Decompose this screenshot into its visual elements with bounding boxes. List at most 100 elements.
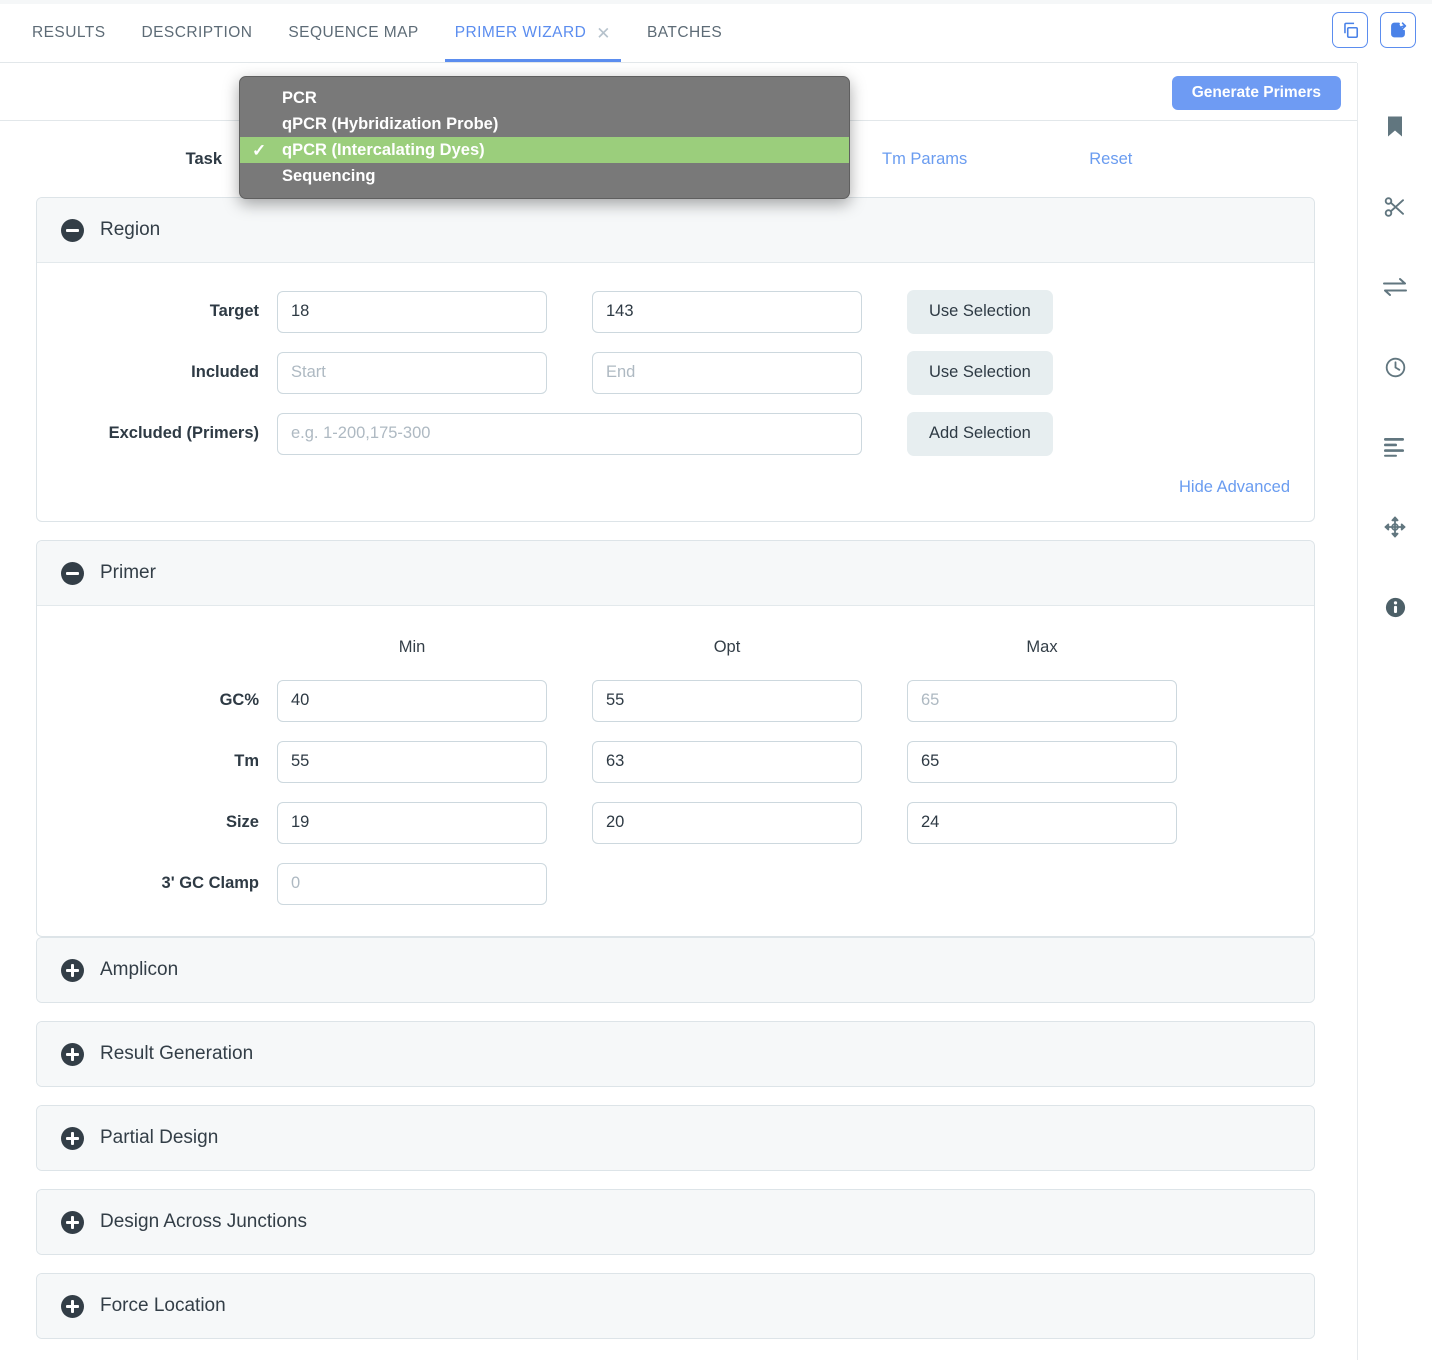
- region-included-end-input[interactable]: [592, 351, 862, 394]
- primer-panel-body: Min Opt Max GC% Tm: [37, 605, 1314, 936]
- scissors-icon: [1383, 195, 1407, 219]
- dropdown-option[interactable]: PCR: [240, 85, 849, 111]
- reset-link[interactable]: Reset: [1089, 150, 1132, 169]
- duplicate-button[interactable]: [1332, 12, 1368, 48]
- primer-gc-opt-input[interactable]: [592, 679, 862, 722]
- dropdown-option[interactable]: Sequencing: [240, 163, 849, 189]
- expand-plus-icon[interactable]: [61, 1210, 84, 1234]
- panel-title: Force Location: [100, 1295, 226, 1316]
- tab-bar: RESULTS DESCRIPTION SEQUENCE MAP PRIMER WIZ…: [0, 4, 1357, 63]
- primer-tm-min-input[interactable]: [277, 740, 547, 783]
- check-icon: ✓: [252, 140, 267, 160]
- dropdown-option[interactable]: qPCR (Hybridization Probe): [240, 111, 849, 137]
- panel-header-amplicon[interactable]: Amplicon: [37, 938, 1314, 1002]
- tab-primer-wizard[interactable]: PRIMER WIZARD ✕: [437, 4, 629, 62]
- primer-size-opt-input[interactable]: [592, 801, 862, 844]
- tab-description[interactable]: DESCRIPTION: [124, 4, 271, 62]
- region-panel-title: Region: [100, 219, 161, 240]
- primer-panel-header[interactable]: Primer: [37, 541, 1314, 605]
- move-crosshair-icon-button[interactable]: [1371, 487, 1419, 567]
- primer-tm-max-input[interactable]: [907, 740, 1177, 783]
- primer-gc-clamp-input[interactable]: [277, 862, 547, 905]
- region-target-use-selection-button[interactable]: Use Selection: [907, 289, 1053, 334]
- panel-title: Partial Design: [100, 1127, 219, 1148]
- primer-wizard-body: Task qPCR (Intercalating Dyes) Tm Params…: [0, 121, 1357, 1360]
- primer-tm-row: Tm: [37, 731, 1314, 792]
- region-target-label: Target: [209, 302, 259, 320]
- tab-label: DESCRIPTION: [141, 24, 253, 41]
- primer-size-label: Size: [225, 813, 259, 831]
- tab-sequence-map[interactable]: SEQUENCE MAP: [270, 4, 436, 62]
- export-button[interactable]: [1380, 12, 1416, 48]
- swap-arrows-icon-button[interactable]: [1371, 247, 1419, 327]
- panel-title: Design Across Junctions: [100, 1211, 307, 1232]
- move-crosshair-icon: [1383, 515, 1407, 539]
- bookmark-icon-button[interactable]: [1371, 87, 1419, 167]
- primer-gc-clamp-row: 3' GC Clamp: [37, 853, 1314, 914]
- expand-plus-icon[interactable]: [61, 958, 84, 982]
- region-panel-header[interactable]: Region: [37, 198, 1314, 262]
- tab-label: BATCHES: [646, 24, 723, 41]
- region-target-end-input[interactable]: [592, 290, 862, 333]
- primer-gc-label: GC%: [219, 691, 259, 709]
- clock-icon-button[interactable]: [1371, 327, 1419, 407]
- tab-batches[interactable]: BATCHES: [629, 4, 740, 62]
- primer-gc-min-input[interactable]: [277, 679, 547, 722]
- info-icon-button[interactable]: [1371, 567, 1419, 647]
- primer-gc-row: GC%: [37, 670, 1314, 731]
- hide-advanced-link[interactable]: Hide Advanced: [1179, 478, 1290, 497]
- primer-gc-clamp-label: 3' GC Clamp: [161, 874, 259, 892]
- primer-size-min-input[interactable]: [277, 801, 547, 844]
- dropdown-option-label: qPCR (Intercalating Dyes): [282, 140, 485, 159]
- panel-header-result-generation[interactable]: Result Generation: [37, 1022, 1314, 1086]
- export-icon: [1388, 20, 1408, 40]
- task-dropdown-menu[interactable]: PCR qPCR (Hybridization Probe) ✓ qPCR (Inte…: [239, 76, 850, 199]
- region-panel-body: Target Use Selection Included Use Select…: [37, 262, 1314, 521]
- region-included-start-input[interactable]: [277, 351, 547, 394]
- panel-header-design-across-junctions[interactable]: Design Across Junctions: [37, 1190, 1314, 1254]
- primer-size-max-input[interactable]: [907, 801, 1177, 844]
- region-excluded-row: Excluded (Primers) Add Selection: [37, 403, 1314, 464]
- clock-icon: [1384, 356, 1407, 379]
- align-left-icon-button[interactable]: [1371, 407, 1419, 487]
- panel-header-partial-design[interactable]: Partial Design: [37, 1106, 1314, 1170]
- dropdown-option[interactable]: ✓ qPCR (Intercalating Dyes): [240, 137, 849, 163]
- expand-plus-icon[interactable]: [61, 1126, 84, 1150]
- region-excluded-input[interactable]: [277, 412, 862, 455]
- tab-close-icon[interactable]: ✕: [596, 25, 611, 42]
- region-included-label: Included: [191, 363, 259, 381]
- region-advanced-row: Hide Advanced: [37, 464, 1314, 499]
- bookmark-icon: [1385, 115, 1405, 139]
- primer-panel: Primer Min Opt Max GC% Tm: [36, 540, 1315, 937]
- generate-primers-button[interactable]: Generate Primers: [1171, 76, 1341, 110]
- tab-results[interactable]: RESULTS: [14, 4, 124, 62]
- info-icon: [1384, 596, 1407, 619]
- region-target-row: Target Use Selection: [37, 281, 1314, 342]
- collapsed-panel: Force Location: [36, 1273, 1315, 1339]
- tab-label: PRIMER WIZARD: [454, 24, 587, 41]
- expand-plus-icon[interactable]: [61, 1042, 84, 1066]
- collapse-minus-icon[interactable]: [61, 218, 84, 242]
- right-tool-rail: [1357, 63, 1432, 1360]
- region-target-start-input[interactable]: [277, 290, 547, 333]
- region-included-row: Included Use Selection: [37, 342, 1314, 403]
- primer-tm-label: Tm: [234, 752, 259, 770]
- primer-tm-opt-input[interactable]: [592, 740, 862, 783]
- dropdown-option-label: Sequencing: [282, 166, 376, 185]
- window-action-buttons: [1332, 12, 1416, 48]
- primer-column-headers: Min Opt Max: [37, 624, 1314, 670]
- task-links: Tm Params Reset: [820, 150, 1132, 169]
- region-excluded-add-selection-button[interactable]: Add Selection: [907, 411, 1053, 456]
- scissors-icon-button[interactable]: [1371, 167, 1419, 247]
- tab-label: RESULTS: [32, 24, 106, 41]
- region-included-use-selection-button[interactable]: Use Selection: [907, 350, 1053, 395]
- collapse-minus-icon[interactable]: [61, 561, 84, 585]
- panel-title: Amplicon: [100, 959, 179, 980]
- region-excluded-label: Excluded (Primers): [108, 424, 259, 442]
- panel-header-force-location[interactable]: Force Location: [37, 1274, 1314, 1338]
- dropdown-option-label: PCR: [282, 88, 317, 107]
- primer-gc-max-input[interactable]: [907, 679, 1177, 722]
- expand-plus-icon[interactable]: [61, 1294, 84, 1318]
- collapsed-panel: Result Generation: [36, 1021, 1315, 1087]
- tm-params-link[interactable]: Tm Params: [882, 150, 967, 169]
